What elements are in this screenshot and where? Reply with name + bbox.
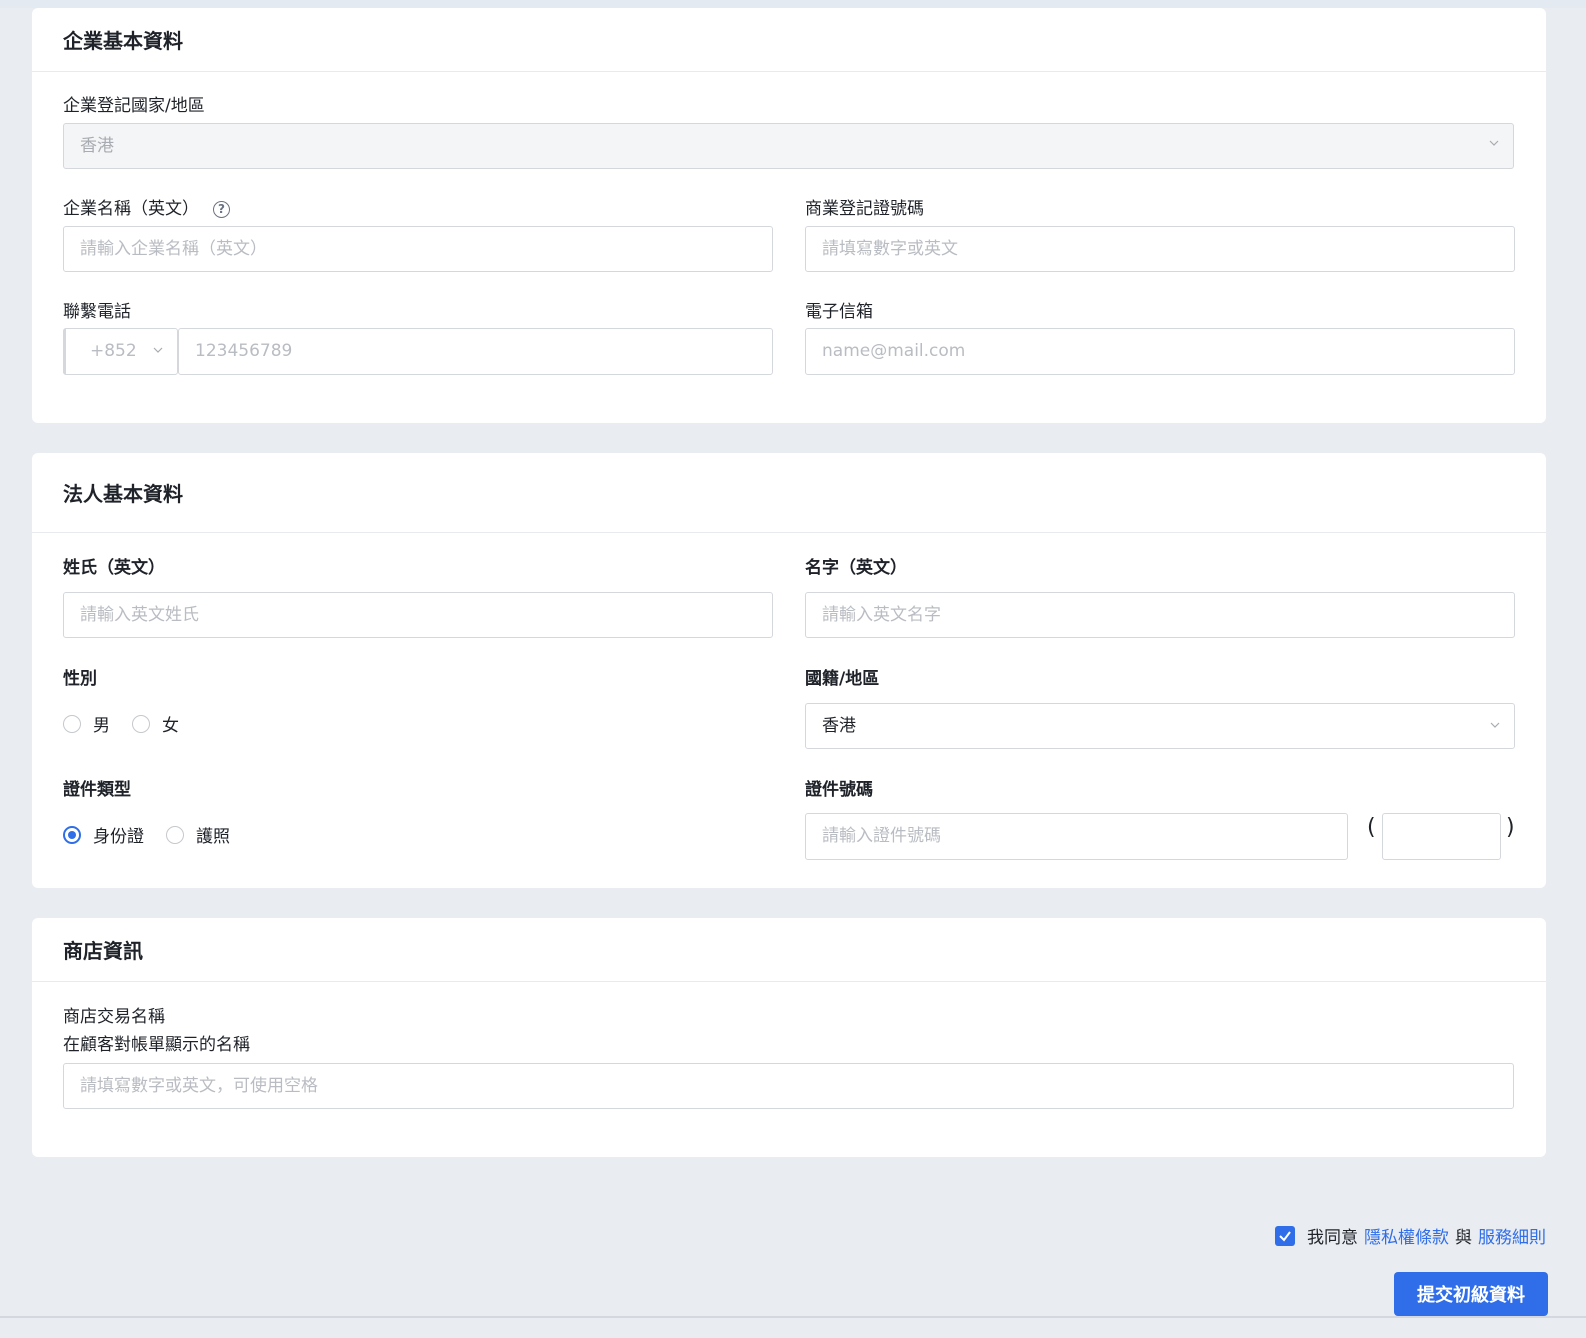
chevron-down-icon bbox=[153, 347, 163, 353]
phone-input[interactable]: 123456789 bbox=[178, 328, 773, 375]
country-value: 香港 bbox=[80, 136, 114, 156]
br-number-input[interactable]: 請填寫數字或英文 bbox=[805, 226, 1515, 272]
nationality-label: 國籍/地區 bbox=[805, 669, 880, 689]
company-name-en-input[interactable]: 請輸入企業名稱（英文） bbox=[63, 226, 773, 272]
gender-option-label: 男 bbox=[93, 716, 110, 736]
bottom-divider bbox=[0, 1316, 1586, 1318]
agree-and: 與 bbox=[1455, 1228, 1472, 1248]
gender-radio-group: 男 女 bbox=[63, 711, 201, 736]
radio-unchecked[interactable] bbox=[166, 825, 184, 844]
shop-info-card: 商店資訊 商店交易名稱 在顧客對帳單顯示的名稱 請填寫數字或英文，可使用空格 bbox=[32, 918, 1546, 1157]
gender-option-label: 女 bbox=[162, 716, 179, 736]
paren-open: ( bbox=[1367, 815, 1376, 840]
chevron-down-icon bbox=[1489, 140, 1499, 146]
company-name-en-label-text: 企業名稱（英文） bbox=[63, 199, 199, 219]
radio-dot bbox=[68, 830, 76, 839]
shop-name-hint: 在顧客對帳單顯示的名稱 bbox=[63, 1035, 250, 1055]
id-check-digit-input[interactable] bbox=[1382, 813, 1501, 860]
gender-option-male[interactable]: 男 bbox=[63, 711, 110, 736]
id-type-option-label: 護照 bbox=[196, 827, 230, 847]
gender-option-female[interactable]: 女 bbox=[132, 711, 179, 736]
gender-label: 性別 bbox=[63, 669, 97, 689]
company-name-en-placeholder: 請輸入企業名稱（英文） bbox=[80, 239, 267, 259]
radio-unchecked[interactable] bbox=[132, 714, 150, 733]
legal-person-title: 法人基本資料 bbox=[32, 453, 1546, 533]
surname-placeholder: 請輸入英文姓氏 bbox=[80, 605, 199, 625]
email-placeholder: name@mail.com bbox=[822, 341, 966, 361]
given-name-input[interactable]: 請輸入英文名字 bbox=[805, 592, 1515, 638]
id-type-radio-group: 身份證 護照 bbox=[63, 822, 252, 847]
legal-person-card: 法人基本資料 姓氏（英文） 請輸入英文姓氏 名字（英文） 請輸入英文名字 性別 … bbox=[32, 453, 1546, 888]
company-name-en-label: 企業名稱（英文）? bbox=[63, 197, 230, 221]
br-number-label: 商業登記證號碼 bbox=[805, 199, 924, 219]
radio-checked[interactable] bbox=[63, 825, 81, 844]
chevron-down-icon bbox=[1490, 722, 1500, 728]
id-number-label: 證件號碼 bbox=[805, 780, 873, 800]
check-icon bbox=[1279, 1230, 1291, 1242]
shop-name-label: 商店交易名稱 bbox=[63, 1007, 165, 1027]
id-type-option-label: 身份證 bbox=[93, 827, 144, 847]
given-name-label: 名字（英文） bbox=[805, 558, 907, 578]
br-number-placeholder: 請填寫數字或英文 bbox=[822, 239, 958, 259]
given-name-placeholder: 請輸入英文名字 bbox=[822, 605, 941, 625]
id-type-option-id-card[interactable]: 身份證 bbox=[63, 822, 144, 847]
id-type-label: 證件類型 bbox=[63, 780, 131, 800]
phone-code-select[interactable]: +852 bbox=[63, 328, 178, 375]
country-select: 香港 bbox=[63, 123, 1514, 169]
phone-label: 聯繫電話 bbox=[63, 302, 131, 322]
country-label: 企業登記國家/地區 bbox=[63, 96, 205, 116]
phone-placeholder: 123456789 bbox=[195, 341, 293, 361]
agreement-row: 我同意 隱私權條款 與 服務細則 bbox=[1275, 1223, 1546, 1248]
surname-label: 姓氏（英文） bbox=[63, 558, 165, 578]
terms-link[interactable]: 服務細則 bbox=[1478, 1223, 1546, 1248]
shop-name-placeholder: 請填寫數字或英文，可使用空格 bbox=[80, 1076, 318, 1096]
shop-info-title: 商店資訊 bbox=[32, 918, 1546, 982]
nationality-select[interactable]: 香港 bbox=[805, 703, 1515, 749]
paren-close: ) bbox=[1506, 815, 1515, 840]
nationality-value: 香港 bbox=[822, 716, 856, 736]
email-input[interactable]: name@mail.com bbox=[805, 328, 1515, 375]
shop-name-input[interactable]: 請填寫數字或英文，可使用空格 bbox=[63, 1063, 1514, 1109]
id-number-input[interactable]: 請輸入證件號碼 bbox=[805, 813, 1348, 860]
id-number-placeholder: 請輸入證件號碼 bbox=[822, 826, 941, 846]
agree-checkbox[interactable] bbox=[1275, 1225, 1295, 1246]
help-icon[interactable]: ? bbox=[213, 200, 230, 218]
radio-unchecked[interactable] bbox=[63, 714, 81, 733]
company-info-title: 企業基本資料 bbox=[32, 8, 1546, 72]
submit-button[interactable]: 提交初級資料 bbox=[1394, 1272, 1548, 1316]
privacy-link[interactable]: 隱私權條款 bbox=[1364, 1223, 1449, 1248]
id-type-option-passport[interactable]: 護照 bbox=[166, 822, 230, 847]
surname-input[interactable]: 請輸入英文姓氏 bbox=[63, 592, 773, 638]
agree-prefix: 我同意 bbox=[1307, 1228, 1358, 1248]
company-info-card: 企業基本資料 企業登記國家/地區 香港 企業名稱（英文）? 請輸入企業名稱（英文… bbox=[32, 8, 1546, 423]
top-strip bbox=[0, 0, 1586, 8]
email-label: 電子信箱 bbox=[805, 302, 873, 322]
phone-code-value: +852 bbox=[90, 341, 137, 361]
